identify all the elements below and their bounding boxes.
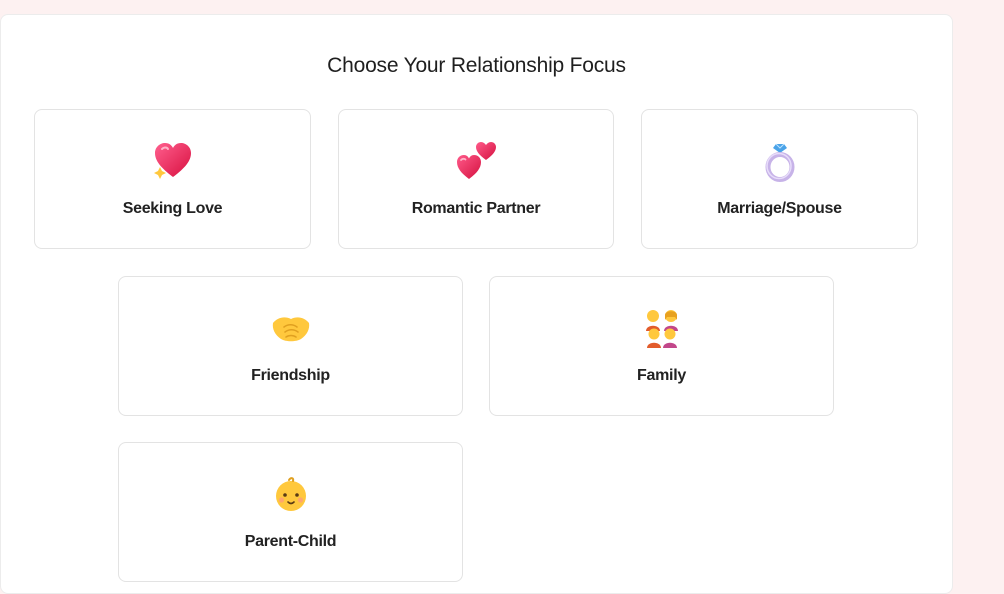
option-card-family[interactable]: Family bbox=[489, 276, 834, 416]
option-card-friendship[interactable]: Friendship bbox=[118, 276, 463, 416]
option-card-romantic-partner[interactable]: Romantic Partner bbox=[338, 109, 614, 249]
option-label: Parent-Child bbox=[244, 533, 337, 550]
two-hearts-icon bbox=[457, 142, 496, 179]
family-icon bbox=[645, 310, 678, 348]
option-label: Family bbox=[637, 367, 686, 384]
sparkling-heart-icon bbox=[153, 143, 191, 179]
baby-icon bbox=[275, 477, 306, 511]
option-label: Romantic Partner bbox=[411, 200, 541, 217]
option-label: Marriage/Spouse bbox=[717, 200, 842, 217]
option-label: Friendship bbox=[251, 367, 330, 384]
handshake-icon bbox=[272, 317, 309, 342]
ring-icon bbox=[765, 143, 794, 182]
option-card-marriage-spouse[interactable]: Marriage/Spouse bbox=[641, 109, 918, 249]
option-card-parent-child[interactable]: Parent-Child bbox=[118, 442, 463, 582]
option-card-seeking-love[interactable]: Seeking Love bbox=[34, 109, 311, 249]
option-label: Seeking Love bbox=[122, 200, 223, 217]
page-title: Choose Your Relationship Focus bbox=[327, 54, 626, 77]
